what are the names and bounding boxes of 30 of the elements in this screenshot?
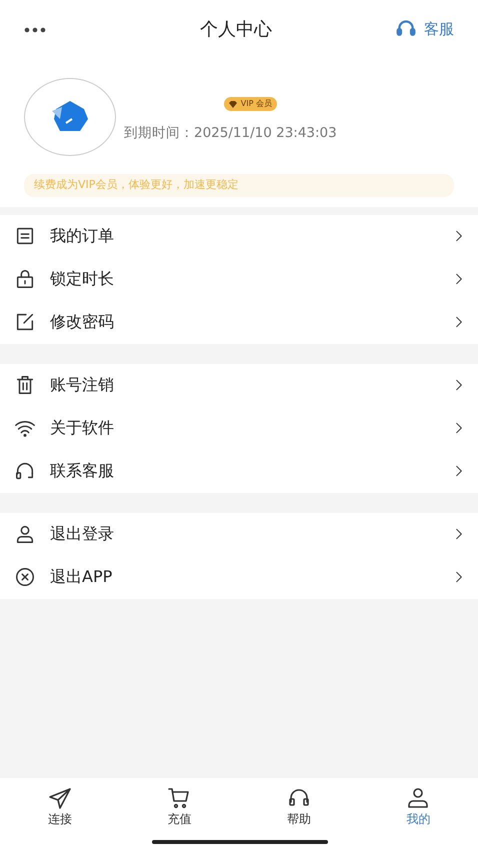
page-title: 个人中心	[200, 18, 272, 42]
tab[interactable]: 充值	[120, 786, 239, 850]
menu-item[interactable]: 关于软件	[0, 406, 478, 450]
cart-icon	[167, 786, 192, 810]
menu-item[interactable]: 联系客服	[0, 450, 478, 492]
vip-badge: VIP 会员	[224, 97, 277, 112]
menu-item[interactable]: 退出登录	[0, 512, 478, 556]
customer-service-button[interactable]: 客服	[396, 18, 454, 40]
send-icon	[48, 786, 72, 810]
person-icon	[406, 786, 430, 810]
promo-banner: 续费成为VIP会员，体验更好，加速更稳定	[24, 174, 454, 196]
expiry-time: 2025/11/10 23:43:03	[194, 124, 337, 143]
edit-icon	[14, 311, 36, 333]
tab[interactable]: 帮助	[239, 786, 358, 850]
menu-item[interactable]: 我的订单	[0, 214, 478, 258]
close-circle-icon	[14, 566, 36, 588]
menu-item[interactable]: 退出APP	[0, 556, 478, 598]
headset-icon	[396, 19, 416, 39]
menu-item[interactable]: 锁定时长	[0, 258, 478, 300]
trash-icon	[14, 374, 36, 396]
person-icon	[14, 523, 36, 545]
more-icon	[24, 26, 46, 33]
tab[interactable]: 连接	[0, 786, 120, 850]
menu-item[interactable]: 修改密码	[0, 300, 478, 344]
headset-icon	[14, 460, 36, 482]
tab[interactable]: 我的	[358, 786, 478, 850]
menu-item[interactable]: 账号注销	[0, 364, 478, 406]
lock-icon	[14, 268, 36, 290]
list-icon	[14, 225, 36, 247]
expiry-label: 到期时间：	[124, 124, 194, 143]
